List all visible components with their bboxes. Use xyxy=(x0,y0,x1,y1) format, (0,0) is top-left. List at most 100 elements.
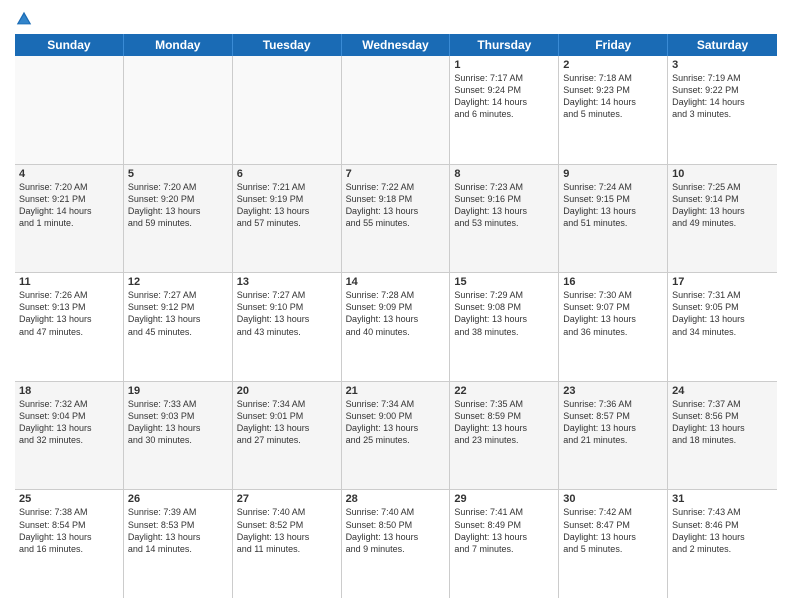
header-day-saturday: Saturday xyxy=(668,34,777,56)
logo xyxy=(15,10,35,28)
header-day-wednesday: Wednesday xyxy=(342,34,451,56)
day-cell-10: 10Sunrise: 7:25 AM Sunset: 9:14 PM Dayli… xyxy=(668,165,777,273)
day-info: Sunrise: 7:20 AM Sunset: 9:21 PM Dayligh… xyxy=(19,181,119,230)
day-info: Sunrise: 7:32 AM Sunset: 9:04 PM Dayligh… xyxy=(19,398,119,447)
day-info: Sunrise: 7:29 AM Sunset: 9:08 PM Dayligh… xyxy=(454,289,554,338)
day-cell-17: 17Sunrise: 7:31 AM Sunset: 9:05 PM Dayli… xyxy=(668,273,777,381)
header xyxy=(15,10,777,28)
day-number: 28 xyxy=(346,493,446,505)
day-number: 9 xyxy=(563,168,663,180)
day-number: 25 xyxy=(19,493,119,505)
day-number: 13 xyxy=(237,276,337,288)
day-number: 7 xyxy=(346,168,446,180)
day-info: Sunrise: 7:28 AM Sunset: 9:09 PM Dayligh… xyxy=(346,289,446,338)
day-cell-2: 2Sunrise: 7:18 AM Sunset: 9:23 PM Daylig… xyxy=(559,56,668,164)
day-number: 23 xyxy=(563,385,663,397)
day-cell-8: 8Sunrise: 7:23 AM Sunset: 9:16 PM Daylig… xyxy=(450,165,559,273)
day-info: Sunrise: 7:40 AM Sunset: 8:52 PM Dayligh… xyxy=(237,506,337,555)
day-cell-30: 30Sunrise: 7:42 AM Sunset: 8:47 PM Dayli… xyxy=(559,490,668,598)
day-number: 14 xyxy=(346,276,446,288)
day-info: Sunrise: 7:33 AM Sunset: 9:03 PM Dayligh… xyxy=(128,398,228,447)
week-row-2: 11Sunrise: 7:26 AM Sunset: 9:13 PM Dayli… xyxy=(15,273,777,382)
day-number: 29 xyxy=(454,493,554,505)
day-cell-13: 13Sunrise: 7:27 AM Sunset: 9:10 PM Dayli… xyxy=(233,273,342,381)
week-row-4: 25Sunrise: 7:38 AM Sunset: 8:54 PM Dayli… xyxy=(15,490,777,598)
day-info: Sunrise: 7:26 AM Sunset: 9:13 PM Dayligh… xyxy=(19,289,119,338)
day-cell-1: 1Sunrise: 7:17 AM Sunset: 9:24 PM Daylig… xyxy=(450,56,559,164)
day-number: 19 xyxy=(128,385,228,397)
day-cell-5: 5Sunrise: 7:20 AM Sunset: 9:20 PM Daylig… xyxy=(124,165,233,273)
day-number: 22 xyxy=(454,385,554,397)
day-cell-6: 6Sunrise: 7:21 AM Sunset: 9:19 PM Daylig… xyxy=(233,165,342,273)
header-day-tuesday: Tuesday xyxy=(233,34,342,56)
day-cell-4: 4Sunrise: 7:20 AM Sunset: 9:21 PM Daylig… xyxy=(15,165,124,273)
day-info: Sunrise: 7:18 AM Sunset: 9:23 PM Dayligh… xyxy=(563,72,663,121)
day-number: 24 xyxy=(672,385,773,397)
day-info: Sunrise: 7:37 AM Sunset: 8:56 PM Dayligh… xyxy=(672,398,773,447)
day-cell-24: 24Sunrise: 7:37 AM Sunset: 8:56 PM Dayli… xyxy=(668,382,777,490)
day-number: 6 xyxy=(237,168,337,180)
day-info: Sunrise: 7:27 AM Sunset: 9:10 PM Dayligh… xyxy=(237,289,337,338)
day-number: 18 xyxy=(19,385,119,397)
day-info: Sunrise: 7:25 AM Sunset: 9:14 PM Dayligh… xyxy=(672,181,773,230)
day-info: Sunrise: 7:39 AM Sunset: 8:53 PM Dayligh… xyxy=(128,506,228,555)
day-cell-22: 22Sunrise: 7:35 AM Sunset: 8:59 PM Dayli… xyxy=(450,382,559,490)
day-info: Sunrise: 7:24 AM Sunset: 9:15 PM Dayligh… xyxy=(563,181,663,230)
header-day-thursday: Thursday xyxy=(450,34,559,56)
empty-cell xyxy=(124,56,233,164)
day-cell-20: 20Sunrise: 7:34 AM Sunset: 9:01 PM Dayli… xyxy=(233,382,342,490)
day-info: Sunrise: 7:23 AM Sunset: 9:16 PM Dayligh… xyxy=(454,181,554,230)
calendar-body: 1Sunrise: 7:17 AM Sunset: 9:24 PM Daylig… xyxy=(15,56,777,598)
day-info: Sunrise: 7:38 AM Sunset: 8:54 PM Dayligh… xyxy=(19,506,119,555)
day-number: 1 xyxy=(454,59,554,71)
page: SundayMondayTuesdayWednesdayThursdayFrid… xyxy=(0,0,792,612)
day-number: 10 xyxy=(672,168,773,180)
empty-cell xyxy=(342,56,451,164)
day-number: 31 xyxy=(672,493,773,505)
calendar-header: SundayMondayTuesdayWednesdayThursdayFrid… xyxy=(15,34,777,56)
day-cell-31: 31Sunrise: 7:43 AM Sunset: 8:46 PM Dayli… xyxy=(668,490,777,598)
day-info: Sunrise: 7:21 AM Sunset: 9:19 PM Dayligh… xyxy=(237,181,337,230)
day-cell-7: 7Sunrise: 7:22 AM Sunset: 9:18 PM Daylig… xyxy=(342,165,451,273)
day-cell-25: 25Sunrise: 7:38 AM Sunset: 8:54 PM Dayli… xyxy=(15,490,124,598)
day-info: Sunrise: 7:40 AM Sunset: 8:50 PM Dayligh… xyxy=(346,506,446,555)
day-info: Sunrise: 7:34 AM Sunset: 9:00 PM Dayligh… xyxy=(346,398,446,447)
header-day-sunday: Sunday xyxy=(15,34,124,56)
day-cell-29: 29Sunrise: 7:41 AM Sunset: 8:49 PM Dayli… xyxy=(450,490,559,598)
day-cell-18: 18Sunrise: 7:32 AM Sunset: 9:04 PM Dayli… xyxy=(15,382,124,490)
day-cell-15: 15Sunrise: 7:29 AM Sunset: 9:08 PM Dayli… xyxy=(450,273,559,381)
day-cell-11: 11Sunrise: 7:26 AM Sunset: 9:13 PM Dayli… xyxy=(15,273,124,381)
day-number: 3 xyxy=(672,59,773,71)
day-cell-9: 9Sunrise: 7:24 AM Sunset: 9:15 PM Daylig… xyxy=(559,165,668,273)
day-info: Sunrise: 7:27 AM Sunset: 9:12 PM Dayligh… xyxy=(128,289,228,338)
day-cell-28: 28Sunrise: 7:40 AM Sunset: 8:50 PM Dayli… xyxy=(342,490,451,598)
day-cell-27: 27Sunrise: 7:40 AM Sunset: 8:52 PM Dayli… xyxy=(233,490,342,598)
day-info: Sunrise: 7:34 AM Sunset: 9:01 PM Dayligh… xyxy=(237,398,337,447)
day-number: 30 xyxy=(563,493,663,505)
day-number: 4 xyxy=(19,168,119,180)
day-number: 16 xyxy=(563,276,663,288)
day-number: 11 xyxy=(19,276,119,288)
week-row-0: 1Sunrise: 7:17 AM Sunset: 9:24 PM Daylig… xyxy=(15,56,777,165)
day-number: 20 xyxy=(237,385,337,397)
day-info: Sunrise: 7:31 AM Sunset: 9:05 PM Dayligh… xyxy=(672,289,773,338)
day-cell-14: 14Sunrise: 7:28 AM Sunset: 9:09 PM Dayli… xyxy=(342,273,451,381)
day-number: 2 xyxy=(563,59,663,71)
day-number: 12 xyxy=(128,276,228,288)
day-number: 15 xyxy=(454,276,554,288)
day-cell-12: 12Sunrise: 7:27 AM Sunset: 9:12 PM Dayli… xyxy=(124,273,233,381)
day-info: Sunrise: 7:42 AM Sunset: 8:47 PM Dayligh… xyxy=(563,506,663,555)
day-number: 5 xyxy=(128,168,228,180)
day-cell-23: 23Sunrise: 7:36 AM Sunset: 8:57 PM Dayli… xyxy=(559,382,668,490)
week-row-1: 4Sunrise: 7:20 AM Sunset: 9:21 PM Daylig… xyxy=(15,165,777,274)
empty-cell xyxy=(233,56,342,164)
day-info: Sunrise: 7:43 AM Sunset: 8:46 PM Dayligh… xyxy=(672,506,773,555)
calendar: SundayMondayTuesdayWednesdayThursdayFrid… xyxy=(15,34,777,598)
day-info: Sunrise: 7:36 AM Sunset: 8:57 PM Dayligh… xyxy=(563,398,663,447)
day-info: Sunrise: 7:35 AM Sunset: 8:59 PM Dayligh… xyxy=(454,398,554,447)
day-info: Sunrise: 7:17 AM Sunset: 9:24 PM Dayligh… xyxy=(454,72,554,121)
header-day-friday: Friday xyxy=(559,34,668,56)
day-number: 27 xyxy=(237,493,337,505)
empty-cell xyxy=(15,56,124,164)
day-number: 17 xyxy=(672,276,773,288)
